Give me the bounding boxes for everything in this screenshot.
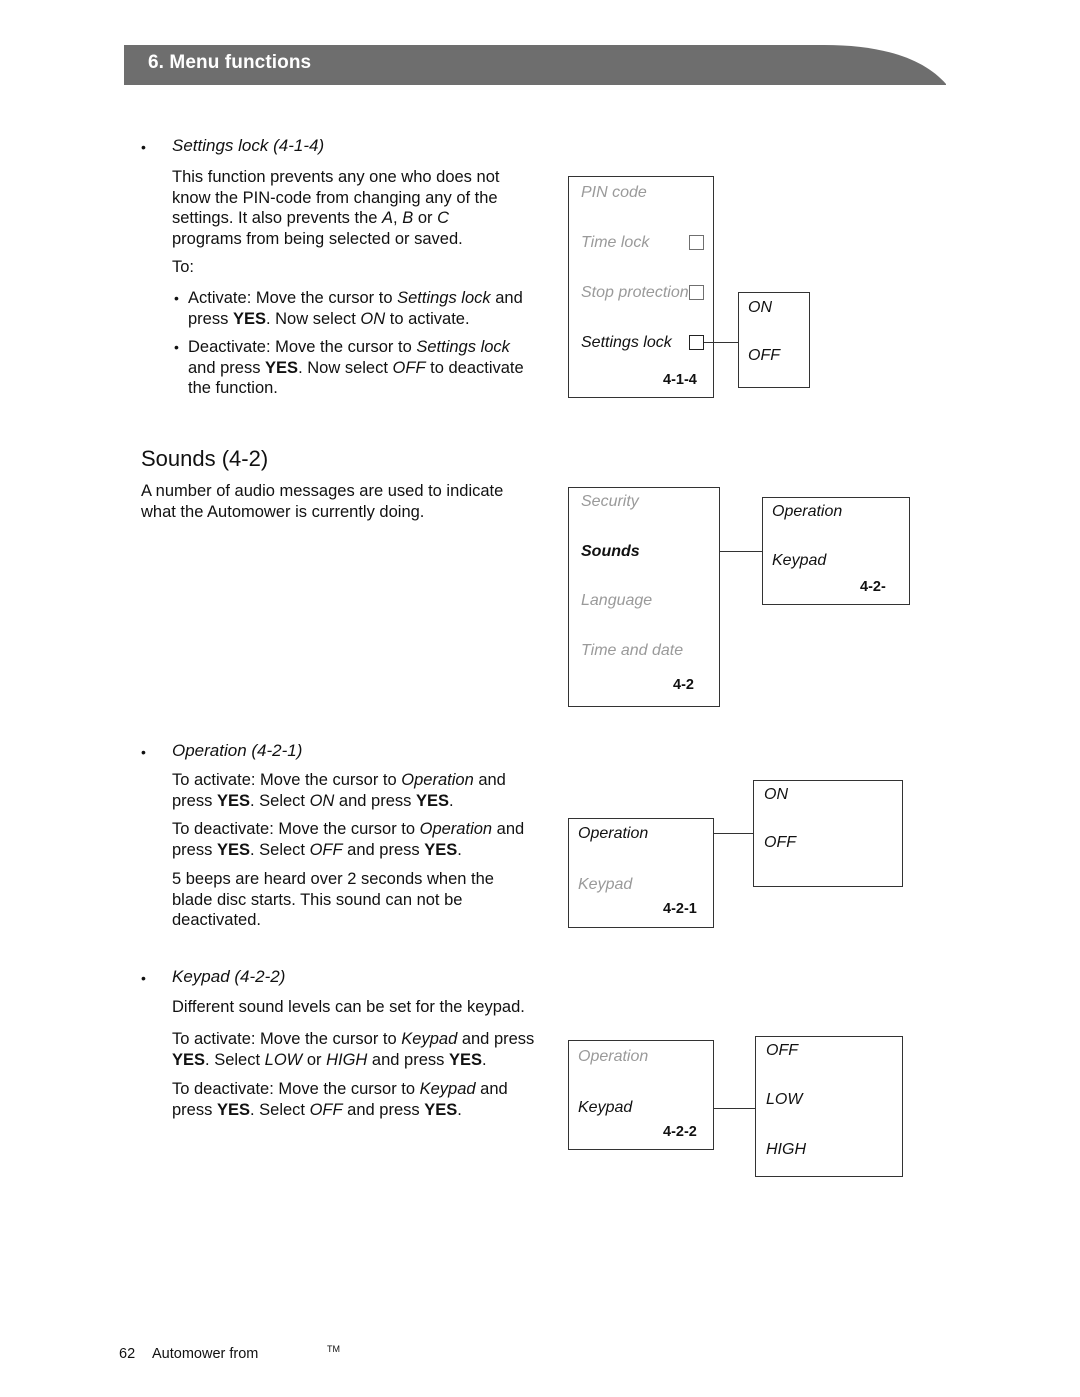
bullet-marker-deactivate: • — [174, 339, 179, 355]
menu-code-operation: 4-2-1 — [663, 901, 697, 917]
paragraph-settings-lock-intro: This function prevents any one who does … — [172, 168, 505, 248]
footer-trademark-icon: TM — [327, 1344, 340, 1354]
bullet-marker-activate: • — [174, 290, 179, 306]
connector-sounds — [720, 551, 763, 553]
checkbox-settings-lock[interactable] — [689, 335, 704, 350]
submenu-code-sounds: 4-2- — [860, 579, 886, 595]
bullet-marker-operation: • — [141, 744, 146, 760]
menu-item-operation-selected[interactable]: Operation — [578, 825, 648, 843]
submenu-item-operation[interactable]: Operation — [772, 503, 842, 521]
paragraph-operation-deactivate: To deactivate: Move the cursor to Operat… — [172, 820, 529, 859]
menu-code-keypad: 4-2-2 — [663, 1124, 697, 1140]
footer-text: Automower from — [152, 1346, 259, 1362]
connector-keypad — [714, 1108, 756, 1110]
heading-operation: Operation (4-2-1) — [172, 741, 303, 760]
option-off-operation[interactable]: OFF — [764, 834, 796, 852]
paragraph-settings-lock-activate: Activate: Move the cursor to Settings lo… — [188, 289, 528, 328]
paragraph-keypad-intro: Different sound levels can be set for th… — [172, 998, 525, 1016]
menu-item-language[interactable]: Language — [581, 592, 652, 610]
paragraph-keypad-deactivate: To deactivate: Move the cursor to Keypad… — [172, 1080, 513, 1119]
paragraph-operation-beeps: 5 beeps are heard over 2 seconds when th… — [172, 870, 499, 930]
heading-sounds: Sounds (4-2) — [141, 446, 269, 471]
heading-settings-lock: Settings lock (4-1-4) — [172, 136, 325, 155]
option-off-settings-lock[interactable]: OFF — [748, 347, 780, 365]
paragraph-operation-activate: To activate: Move the cursor to Operatio… — [172, 771, 511, 810]
page-title: 6. Menu functions — [148, 52, 312, 73]
menu-item-settings-lock[interactable]: Settings lock — [581, 334, 672, 352]
paragraph-sounds-intro: A number of audio messages are used to i… — [141, 482, 508, 521]
paragraph-settings-lock-to: To: — [172, 258, 195, 276]
menu-item-stop-protection[interactable]: Stop protection — [581, 284, 689, 302]
menu-item-pin-code[interactable]: PIN code — [581, 184, 647, 202]
heading-keypad: Keypad (4-2-2) — [172, 967, 286, 986]
paragraph-settings-lock-deactivate: Deactivate: Move the cursor to Settings … — [188, 338, 529, 398]
footer-page-number: 62 — [119, 1346, 136, 1362]
checkbox-stop-protection[interactable] — [689, 285, 704, 300]
connector-operation — [714, 833, 754, 835]
option-high-keypad[interactable]: HIGH — [766, 1141, 806, 1159]
menu-item-sounds[interactable]: Sounds — [581, 543, 640, 561]
checkbox-time-lock[interactable] — [689, 235, 704, 250]
page-footer: 62 Automower from TM — [0, 1340, 1080, 1370]
bullet-marker-settings-lock: • — [141, 139, 146, 155]
option-on-operation[interactable]: ON — [764, 786, 788, 804]
menu-item-operation-dim[interactable]: Operation — [578, 1048, 648, 1066]
menu-item-time-lock[interactable]: Time lock — [581, 234, 649, 252]
menu-item-time-and-date[interactable]: Time and date — [581, 642, 683, 660]
menu-code-sounds: 4-2 — [673, 677, 694, 693]
menu-item-keypad-dim[interactable]: Keypad — [578, 876, 632, 894]
option-off-keypad[interactable]: OFF — [766, 1042, 798, 1060]
menu-item-keypad-selected[interactable]: Keypad — [578, 1099, 632, 1117]
menu-item-security[interactable]: Security — [581, 493, 639, 511]
bullet-marker-keypad: • — [141, 970, 146, 986]
option-low-keypad[interactable]: LOW — [766, 1091, 802, 1109]
menu-code-settings-lock: 4-1-4 — [663, 372, 697, 388]
connector-settings-lock — [704, 342, 739, 344]
paragraph-keypad-activate: To activate: Move the cursor to Keypad a… — [172, 1030, 539, 1069]
submenu-item-keypad[interactable]: Keypad — [772, 552, 826, 570]
option-on-settings-lock[interactable]: ON — [748, 299, 772, 317]
